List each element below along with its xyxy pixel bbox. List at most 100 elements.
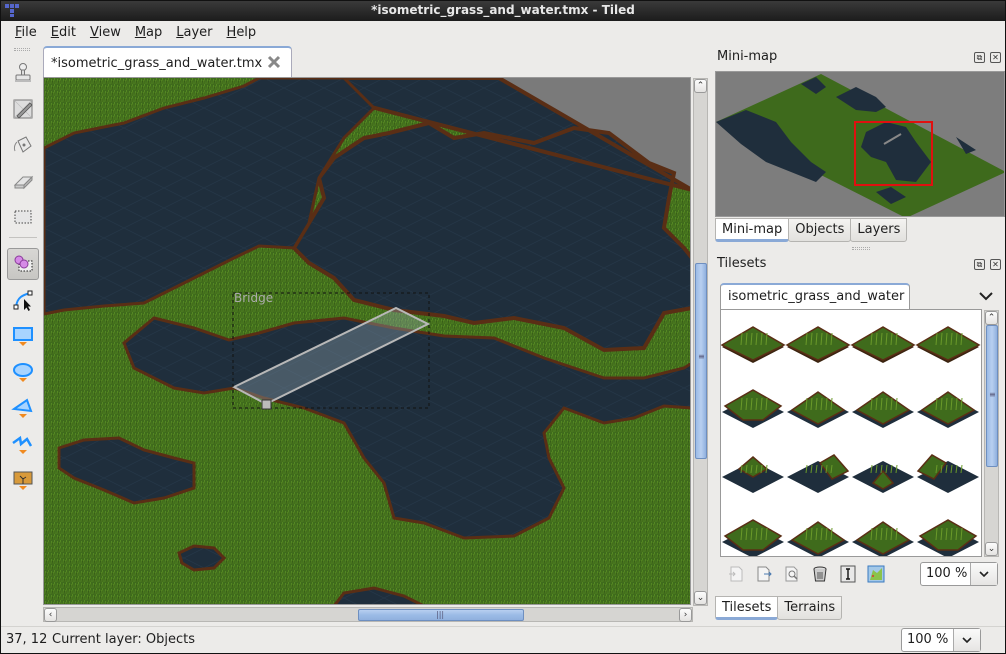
select-objects-tool[interactable] [7,248,39,280]
menu-file[interactable]: File [9,21,45,45]
close-dock-icon[interactable]: ✕ [990,52,1001,63]
tile[interactable] [915,326,981,363]
eraser-icon [13,175,34,190]
menu-help[interactable]: Help [221,21,265,45]
tab-minimap[interactable]: Mini-map [715,218,790,242]
import-tileset-icon[interactable] [727,565,745,583]
water-pond-small [177,544,227,572]
current-layer-status: Current layer: Objects [52,632,195,647]
bucket-icon [13,136,32,153]
menu-bar: File Edit View Map Layer Help [1,21,1005,45]
tileset-scrollbar[interactable]: ⌃ ≡ ⌄ [984,310,999,557]
map-view[interactable]: Bridge [43,77,691,605]
eraser-tool[interactable] [7,165,39,197]
float-dock-icon[interactable]: ⧉ [974,259,985,270]
status-bar: 37, 12 Current layer: Objects 100 % [1,626,1005,653]
minimap-view[interactable] [715,71,1005,217]
vertical-scroll-thumb[interactable]: ≡ [695,263,707,459]
stamp-brush-tool[interactable] [7,57,39,89]
tab-terrains[interactable]: Terrains [777,596,843,620]
export-tileset-icon[interactable] [755,565,773,583]
map-horizontal-scrollbar[interactable]: ‹ ||| › [43,607,693,622]
resize-handle[interactable] [261,399,272,410]
tilesets-dock-tabs: Tilesets Terrains [715,596,843,620]
toolbar-grip[interactable] [14,48,30,51]
close-tab-icon[interactable] [267,55,281,69]
tilesets-dock-title: Tilesets [717,256,767,271]
terrain-brush-icon [13,99,33,119]
tileset-tab[interactable]: isometric_grass_and_water [720,283,910,309]
tile[interactable] [916,454,979,493]
insert-polygon-tool[interactable] [7,393,39,425]
minimap-dock-tabs: Mini-map Objects Layers [715,218,908,242]
tiled-window: *isometric_grass_and_water.tmx - Tiled F… [0,0,1006,654]
scroll-down-button[interactable]: ⌄ [985,542,998,556]
tileset-menu-chevron-icon[interactable] [977,288,995,304]
tile[interactable] [785,326,851,363]
tile[interactable] [917,391,979,428]
close-dock-icon[interactable]: ✕ [990,259,1001,270]
tileset-view[interactable] [720,309,982,557]
title-bar: *isometric_grass_and_water.tmx - Tiled [1,1,1005,21]
tileset-zoom-value: 100 % [926,566,968,581]
tab-layers[interactable]: Layers [850,218,908,242]
tileset-scroll-thumb[interactable]: ≡ [986,325,998,467]
tile[interactable] [722,519,784,557]
tab-tilesets[interactable]: Tilesets [715,596,779,620]
scroll-up-button[interactable]: ⌃ [694,79,707,93]
edit-polygons-icon [13,290,33,311]
terrain-brush-tool[interactable] [7,93,39,125]
document-tab[interactable]: *isometric_grass_and_water.tmx [43,46,292,78]
menu-map[interactable]: Map [129,21,170,45]
toolbar-separator [9,237,37,238]
scroll-left-button[interactable]: ‹ [44,608,57,622]
polygon-icon [11,398,33,418]
chevron-down-icon[interactable] [970,563,997,585]
edit-tileset-icon[interactable] [867,565,885,583]
map-zoom-value: 100 % [907,632,949,647]
edit-polygons-tool[interactable] [7,285,39,317]
tile[interactable] [722,456,784,493]
map-zoom-combo[interactable]: 100 % [901,628,981,652]
insert-tile-icon [13,471,33,490]
float-dock-icon[interactable]: ⧉ [974,52,985,63]
tile[interactable] [852,521,914,557]
tile[interactable] [917,519,979,557]
tile[interactable] [721,326,786,363]
tile[interactable] [852,391,914,428]
insert-ellipse-tool[interactable] [7,357,39,389]
polyline-icon [12,435,33,454]
chevron-down-icon[interactable] [953,629,980,651]
rectangular-select-tool[interactable] [7,201,39,233]
tileset-zoom-combo[interactable]: 100 % [920,562,998,586]
bridge-object-label: Bridge [234,291,274,305]
cursor-coordinates: 37, 12 [6,632,48,647]
tile[interactable] [850,326,916,363]
tab-objects[interactable]: Objects [788,218,852,242]
map-canvas[interactable] [44,78,691,605]
map-vertical-scrollbar[interactable]: ⌃ ≡ ⌄ [693,78,708,606]
scroll-right-button[interactable]: › [679,608,692,622]
tools-toolbar [1,45,43,605]
tileset-properties-icon[interactable] [783,565,801,583]
scroll-up-button[interactable]: ⌃ [985,311,998,325]
tile[interactable] [722,389,784,428]
insert-rectangle-tool[interactable] [7,321,39,353]
tile[interactable] [787,454,850,493]
remove-tileset-icon[interactable] [811,565,829,583]
horizontal-scroll-thumb[interactable]: ||| [358,609,524,621]
scroll-down-button[interactable]: ⌄ [694,591,707,605]
tileset-grid[interactable] [721,310,982,557]
tile[interactable] [852,461,914,493]
bucket-fill-tool[interactable] [7,129,39,161]
menu-view[interactable]: View [84,21,129,45]
menu-edit[interactable]: Edit [45,21,84,45]
tile[interactable] [787,391,849,428]
edit-terrain-icon[interactable] [839,565,857,583]
dock-splitter-grip[interactable] [852,247,870,250]
stamp-icon [15,63,31,82]
insert-tile-tool[interactable] [7,465,39,497]
tile[interactable] [787,521,849,557]
menu-layer[interactable]: Layer [170,21,220,45]
insert-polyline-tool[interactable] [7,429,39,461]
